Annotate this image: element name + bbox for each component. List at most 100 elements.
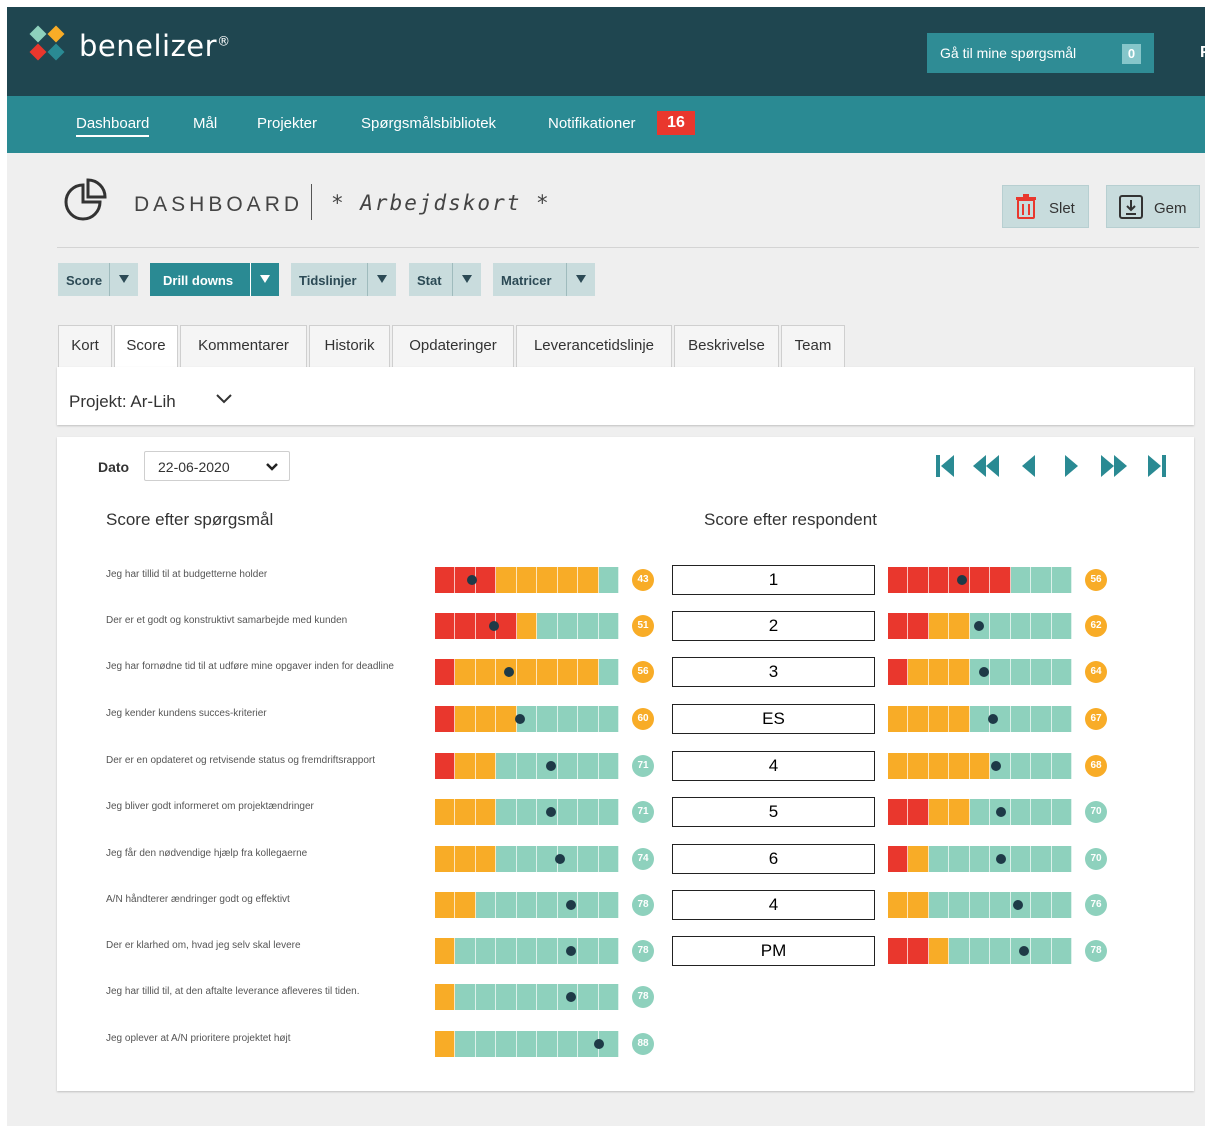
bar-segment <box>516 753 538 779</box>
tab-kommentarer[interactable]: Kommentarer <box>180 325 307 367</box>
my-questions-button[interactable]: Gå til mine spørgsmål 0 <box>927 33 1154 73</box>
question-score-badge: 78 <box>632 894 654 916</box>
bar-segment <box>969 846 991 872</box>
bar-segment <box>455 846 476 872</box>
question-score-badge: 88 <box>632 1033 654 1055</box>
bar-segment <box>578 892 599 918</box>
bar-segment <box>888 799 909 825</box>
respondent-bar <box>888 846 1072 872</box>
bar-segment <box>949 892 970 918</box>
project-selector[interactable]: Projekt: Ar-Lih <box>57 367 1194 425</box>
bar-segment <box>928 567 950 593</box>
dropdown-stat-label: Stat <box>417 273 442 288</box>
save-button[interactable]: Gem <box>1106 185 1200 228</box>
bar-segment <box>516 659 538 685</box>
bar-segment <box>455 753 476 779</box>
tab-score[interactable]: Score <box>114 325 178 368</box>
tab-opdateringer[interactable]: Opdateringer <box>392 325 514 367</box>
respondent-score-marker <box>990 761 1001 771</box>
bar-segment <box>598 984 619 1010</box>
chevron-down-icon[interactable] <box>215 393 233 405</box>
bar-segment <box>1010 706 1032 732</box>
nav-notifikationer[interactable]: Notifikationer <box>548 115 636 132</box>
card-title: * Arbejdskort * <box>331 191 551 215</box>
nav-projekter[interactable]: Projekter <box>257 115 317 132</box>
bar-segment <box>990 659 1011 685</box>
bar-segment <box>969 753 991 779</box>
tab-leverancetidslinje[interactable]: Leverancetidslinje <box>516 325 672 367</box>
bar-segment <box>496 753 517 779</box>
caret-down-icon[interactable] <box>367 263 396 296</box>
question-score-badge: 74 <box>632 848 654 870</box>
nav-spoergsmaalsbibliotek[interactable]: Spørgsmålsbibliotek <box>361 115 496 132</box>
caret-down-icon[interactable] <box>452 263 481 296</box>
bar-segment <box>537 938 558 964</box>
main-nav: Dashboard Mål Projekter Spørgsmålsbiblio… <box>7 96 1205 153</box>
tab-historik[interactable]: Historik <box>309 325 390 367</box>
pie-chart-icon <box>64 178 107 221</box>
bar-segment <box>557 799 579 825</box>
title-divider <box>311 184 312 220</box>
questions-count-badge: 0 <box>1122 44 1141 64</box>
question-label: Jeg har tillid til at budgetterne holder <box>106 569 268 580</box>
bar-segment <box>928 659 950 685</box>
question-bar <box>435 938 619 964</box>
date-value: 22-06-2020 <box>158 459 230 475</box>
bar-segment <box>537 984 558 1010</box>
respondent-score-badge: 70 <box>1085 801 1107 823</box>
bar-segment <box>949 659 970 685</box>
app-window: benelizer® Gå til mine spørgsmål 0 F Das… <box>7 7 1205 1126</box>
last-page-icon[interactable] <box>1144 453 1168 479</box>
bar-segment <box>949 799 970 825</box>
bar-segment <box>557 567 579 593</box>
dropdown-matricer[interactable]: Matricer <box>493 263 595 296</box>
nav-dashboard[interactable]: Dashboard <box>76 115 150 137</box>
tab-beskrivelse[interactable]: Beskrivelse <box>674 325 779 367</box>
dropdown-tidslinjer-label: Tidslinjer <box>299 273 357 288</box>
bar-segment <box>908 706 929 732</box>
bar-segment <box>1031 567 1052 593</box>
bar-segment <box>990 613 1011 639</box>
fast-backward-icon[interactable] <box>971 453 1001 479</box>
bar-segment <box>598 706 619 732</box>
respondent-label-box: 1 <box>672 565 875 595</box>
dropdown-drill-downs[interactable]: Drill downs <box>150 263 279 296</box>
header-divider <box>57 247 1199 248</box>
question-label: Jeg har tillid til, at den aftalte lever… <box>106 986 360 997</box>
bar-segment <box>578 567 599 593</box>
bar-segment <box>969 892 991 918</box>
dropdown-tidslinjer[interactable]: Tidslinjer <box>291 263 396 296</box>
respondent-score-badge: 62 <box>1085 615 1107 637</box>
bar-segment <box>1031 706 1052 732</box>
delete-button[interactable]: Slet <box>1002 185 1089 228</box>
caret-down-icon[interactable] <box>109 263 138 296</box>
respondent-score-badge: 78 <box>1085 940 1107 962</box>
bar-segment <box>1010 846 1032 872</box>
date-select[interactable]: 22-06-2020 <box>144 451 290 481</box>
tab-kort[interactable]: Kort <box>58 325 112 367</box>
bar-segment <box>1031 799 1052 825</box>
fast-forward-icon[interactable] <box>1099 453 1129 479</box>
tab-team[interactable]: Team <box>781 325 845 367</box>
first-page-icon[interactable] <box>934 453 958 479</box>
nav-maal[interactable]: Mål <box>193 115 217 132</box>
my-questions-label: Gå til mine spørgsmål <box>940 45 1077 61</box>
question-bar <box>435 892 619 918</box>
caret-down-icon[interactable] <box>566 263 595 296</box>
question-score-marker <box>503 667 514 677</box>
question-label: Der er klarhed om, hvad jeg selv skal le… <box>106 940 301 951</box>
bar-segment <box>435 799 456 825</box>
dropdown-score[interactable]: Score <box>58 263 138 296</box>
trash-icon <box>1016 194 1036 219</box>
respondent-label-box: 4 <box>672 890 875 920</box>
question-bar <box>435 753 619 779</box>
question-bar <box>435 1031 619 1057</box>
save-label: Gem <box>1154 200 1187 217</box>
previous-icon[interactable] <box>1019 453 1039 479</box>
caret-down-icon[interactable] <box>250 263 279 296</box>
dropdown-stat[interactable]: Stat <box>409 263 481 296</box>
bar-segment <box>908 846 929 872</box>
brand-name: benelizer® <box>79 29 231 63</box>
question-label: Der er et godt og konstruktivt samarbejd… <box>106 615 348 626</box>
next-icon[interactable] <box>1061 453 1081 479</box>
